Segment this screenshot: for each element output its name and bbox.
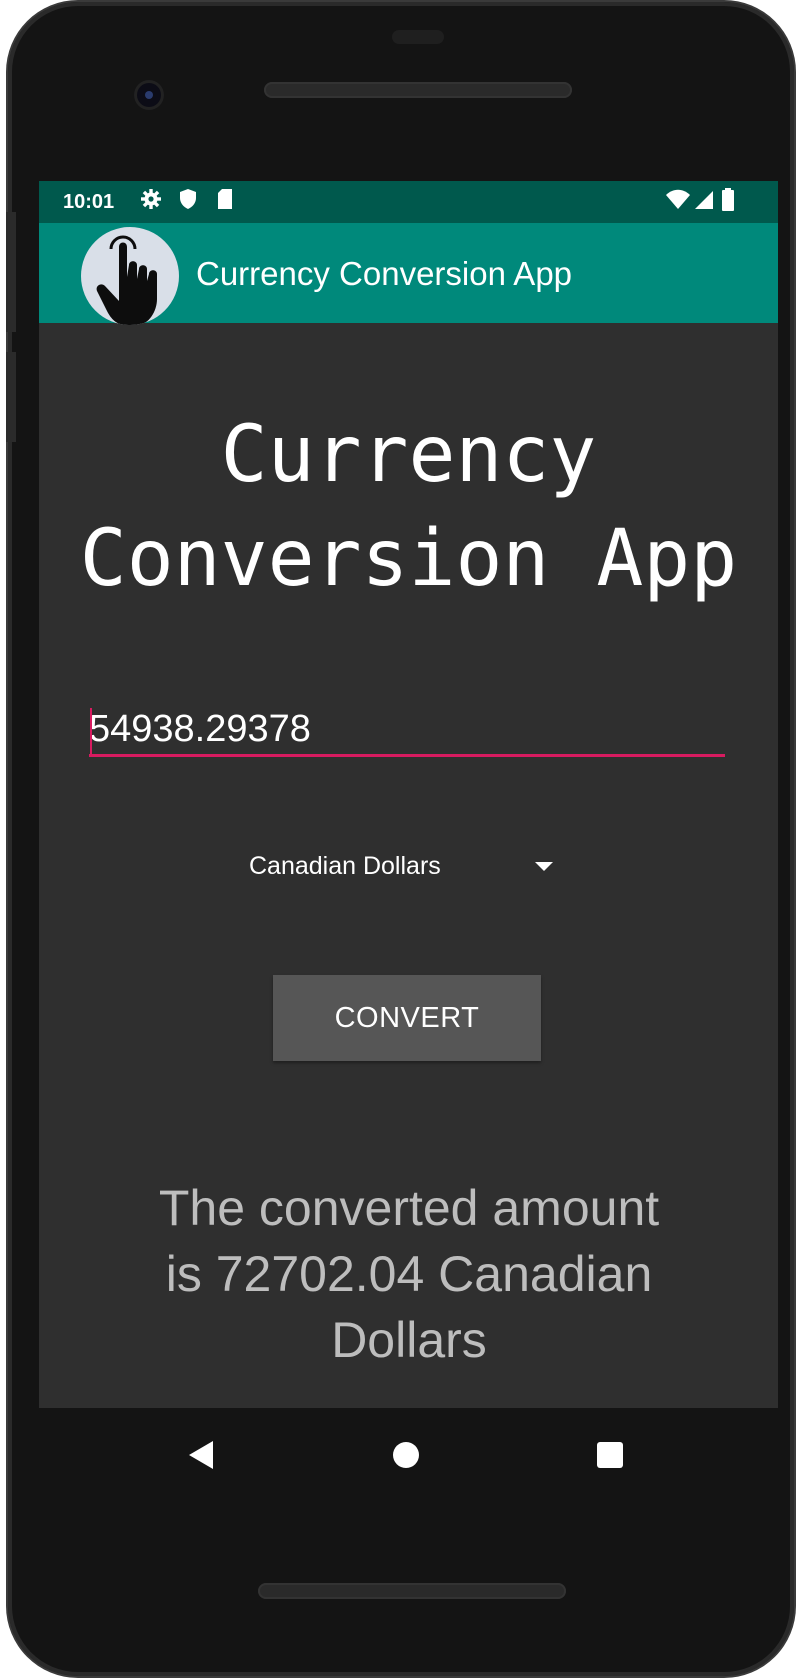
front-camera (134, 80, 164, 110)
headline-line-1: Currency (220, 410, 597, 500)
navigation-bar (39, 1408, 778, 1498)
wifi-icon (665, 189, 691, 216)
touch-hand-icon (81, 227, 179, 325)
text-cursor (90, 708, 92, 754)
currency-selected-label: Canadian Dollars (249, 852, 441, 880)
result-text: The converted amount is 72702.04 Canadia… (99, 1175, 719, 1373)
result-line-1: The converted amount (158, 1180, 660, 1236)
side-button-upper (6, 212, 16, 332)
result-line-2: is 72702.04 Canadian (165, 1246, 653, 1302)
amount-input[interactable] (89, 704, 725, 757)
earpiece-speaker (264, 82, 572, 98)
dropdown-arrow-icon (535, 862, 553, 871)
bottom-speaker (258, 1583, 566, 1599)
recents-square-icon[interactable] (597, 1442, 623, 1468)
status-bar: 10:01 (39, 181, 778, 223)
app-screen: 10:01 Currency Conversion App Currency C… (39, 181, 778, 1408)
back-triangle-icon[interactable] (189, 1441, 213, 1469)
convert-button[interactable]: CONVERT (273, 975, 541, 1061)
sd-card-icon (215, 187, 235, 216)
home-circle-icon[interactable] (393, 1442, 419, 1468)
battery-icon (721, 188, 735, 217)
status-time: 10:01 (63, 191, 115, 213)
side-button-lower (6, 352, 16, 442)
app-bar-title: Currency Conversion App (196, 255, 573, 292)
currency-spinner[interactable]: Canadian Dollars (249, 846, 589, 886)
top-slot (392, 30, 444, 44)
app-bar: Currency Conversion App (39, 223, 778, 325)
cell-signal-icon (693, 189, 715, 216)
shield-icon (177, 187, 199, 216)
page-headline: Currency Conversion App (39, 403, 778, 611)
gear-icon (139, 187, 163, 216)
headline-line-2: Conversion App (79, 514, 738, 604)
result-line-3: Dollars (331, 1312, 487, 1368)
